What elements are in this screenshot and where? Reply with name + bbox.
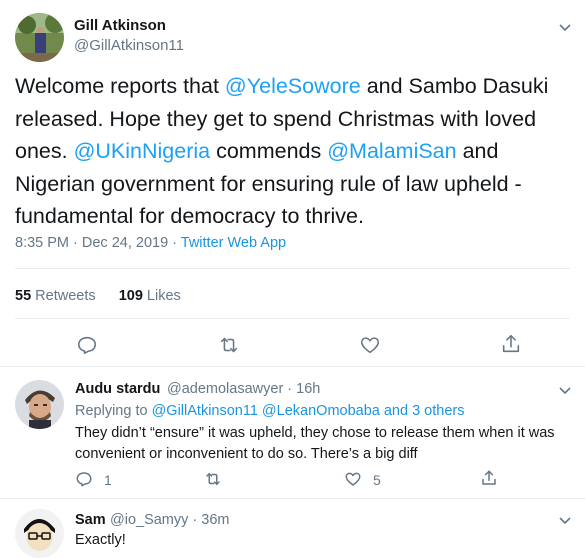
reply-count: 1 (104, 472, 112, 488)
tweet-text-segment: commends (210, 139, 328, 163)
tweet-text: Welcome reports that @YeleSowore and Sam… (15, 70, 575, 233)
author-avatar[interactable] (15, 13, 64, 62)
chevron-down-icon[interactable] (555, 17, 575, 37)
engagement-stats: 55 Retweets 109 Likes (15, 288, 181, 304)
retweets-label: Retweets (35, 288, 96, 304)
divider (15, 268, 570, 269)
reply-text: They didn’t “ensure” it was upheld, they… (75, 425, 555, 462)
replying-to-label: Replying to (75, 403, 152, 419)
author-handle[interactable]: @GillAtkinson11 (74, 37, 184, 54)
main-tweet: Gill Atkinson @GillAtkinson11 Welcome re… (0, 0, 585, 366)
reply-icon[interactable] (76, 334, 98, 356)
chevron-down-icon[interactable] (555, 510, 575, 530)
likes-count: 109 (118, 288, 143, 304)
replying-to-links[interactable]: @GillAtkinson11 @LekanOmobaba and 3 othe… (152, 403, 465, 419)
reply-text: Exactly! (75, 532, 126, 548)
meta-separator: · (168, 235, 181, 251)
tweet-timestamp[interactable]: 8:35 PM · Dec 24, 2019 (15, 235, 168, 251)
retweets-stat[interactable]: 55 Retweets (15, 288, 96, 304)
reply-author-name[interactable]: Sam (75, 512, 106, 528)
reply-icon[interactable] (75, 470, 93, 488)
avatar[interactable] (15, 380, 64, 429)
retweets-count: 55 (15, 288, 32, 304)
reply-author-handle[interactable]: @ademolasawyer · 16h (167, 381, 320, 397)
divider (15, 318, 570, 319)
author-name[interactable]: Gill Atkinson (74, 17, 166, 34)
tweet-text-segment: Welcome reports that (15, 74, 225, 98)
chevron-down-icon[interactable] (555, 380, 575, 400)
mention-link[interactable]: @MalamiSan (327, 139, 456, 163)
mention-link[interactable]: @UKinNigeria (74, 139, 211, 163)
tweet-source[interactable]: Twitter Web App (181, 235, 286, 251)
retweet-icon[interactable] (218, 334, 240, 356)
reply-tweet[interactable]: Audu stardu @ademolasawyer · 16h Replyin… (0, 367, 585, 498)
like-icon[interactable] (344, 470, 362, 488)
likes-stat[interactable]: 109 Likes (119, 288, 181, 304)
replying-to: Replying to @GillAtkinson11 @LekanOmobab… (75, 403, 464, 419)
retweet-icon[interactable] (204, 470, 222, 488)
reply-author-handle[interactable]: @io_Samyy · 36m (110, 512, 229, 528)
share-icon[interactable] (500, 333, 522, 355)
like-icon[interactable] (359, 334, 381, 356)
mention-link[interactable]: @YeleSowore (225, 74, 361, 98)
likes-label: Likes (146, 288, 181, 304)
tweet-meta: 8:35 PM · Dec 24, 2019 · Twitter Web App (15, 235, 286, 251)
reply-author-name[interactable]: Audu stardu (75, 381, 160, 397)
like-count: 5 (373, 472, 381, 488)
reply-tweet[interactable]: Sam @io_Samyy · 36m Exactly! (0, 499, 585, 558)
share-icon[interactable] (480, 469, 498, 487)
